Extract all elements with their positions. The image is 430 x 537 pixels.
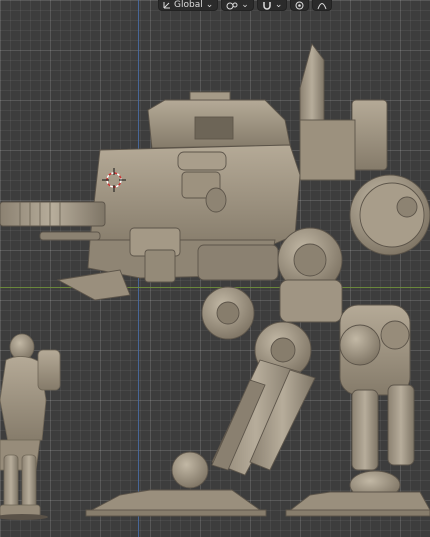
viewport-header: Global ⌄ ⌄ ⌄ bbox=[158, 0, 333, 11]
pivot-point-icon bbox=[226, 2, 238, 9]
proportional-falloff-dropdown[interactable] bbox=[312, 0, 333, 11]
transform-orientation-dropdown[interactable]: Global ⌄ bbox=[158, 0, 219, 11]
snap-magnet-icon bbox=[263, 1, 271, 10]
falloff-curve-icon bbox=[317, 2, 327, 9]
orientation-label: Global bbox=[174, 0, 203, 10]
chevron-down-icon: ⌄ bbox=[274, 0, 283, 10]
mech-walker-model[interactable] bbox=[0, 42, 430, 517]
chevron-down-icon: ⌄ bbox=[205, 0, 214, 10]
pivot-point-dropdown[interactable]: ⌄ bbox=[221, 0, 254, 11]
orientation-axes-icon bbox=[163, 2, 170, 9]
infantry-figure[interactable] bbox=[0, 333, 61, 520]
chevron-down-icon: ⌄ bbox=[241, 0, 249, 10]
proportional-editing-icon bbox=[295, 1, 304, 9]
snap-toggle[interactable]: ⌄ bbox=[256, 0, 288, 11]
3d-viewport[interactable] bbox=[0, 0, 430, 537]
mech-model-scene[interactable] bbox=[0, 0, 430, 537]
proportional-editing-toggle[interactable] bbox=[290, 0, 310, 11]
